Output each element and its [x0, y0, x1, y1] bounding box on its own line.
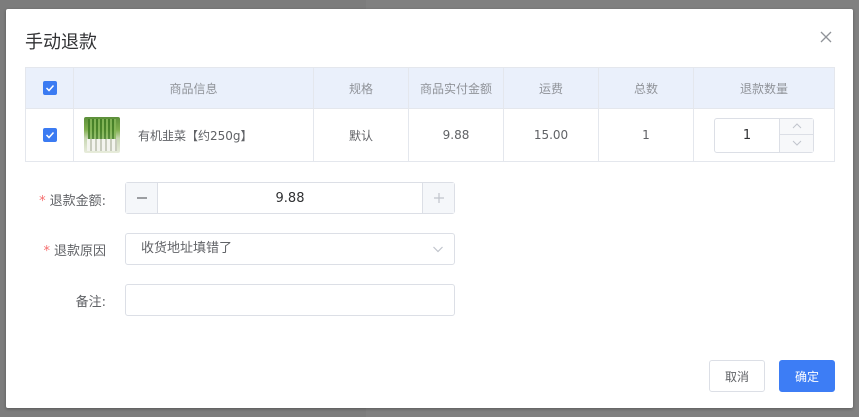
header-product-info: 商品信息 [74, 68, 314, 108]
refund-qty-value[interactable]: 1 [715, 119, 779, 152]
confirm-button[interactable]: 确定 [779, 360, 835, 392]
total-cell: 1 [599, 109, 694, 161]
refund-amount-label-text: 退款金额: [49, 194, 106, 209]
select-all-checkbox[interactable] [42, 81, 57, 95]
shipping-cell: 15.00 [504, 109, 599, 161]
refund-amount-label: * 退款金额: [6, 190, 106, 209]
refund-dialog: 手动退款 商品信息 规格 商品实付金额 运费 总数 退款数量 有机韭菜【约250… [6, 9, 853, 408]
refund-qty-cell: 1 [694, 109, 834, 161]
header-paid-amount: 商品实付金额 [409, 68, 504, 108]
check-icon [45, 84, 54, 92]
refund-reason-select[interactable]: 收货地址填错了 [125, 233, 455, 265]
plus-icon [433, 193, 444, 203]
header-select-cell [26, 68, 74, 108]
stepper-buttons [779, 118, 813, 152]
refund-amount-value[interactable]: 9.88 [158, 183, 422, 213]
increase-button[interactable] [780, 119, 813, 135]
minus-icon [136, 197, 147, 199]
check-icon [45, 131, 54, 139]
refund-qty-stepper[interactable]: 1 [714, 117, 814, 153]
row-checkbox[interactable] [42, 128, 57, 142]
chevron-down-icon [792, 140, 801, 146]
spec-cell: 默认 [314, 109, 409, 161]
header-total: 总数 [599, 68, 694, 108]
chevron-up-icon [792, 123, 801, 129]
refund-amount-stepper[interactable]: 9.88 [125, 182, 455, 214]
product-table: 商品信息 规格 商品实付金额 运费 总数 退款数量 有机韭菜【约250g】 默认… [25, 67, 835, 162]
table-row: 有机韭菜【约250g】 默认 9.88 15.00 1 1 [26, 109, 834, 161]
cancel-button[interactable]: 取消 [709, 360, 765, 392]
header-shipping: 运费 [504, 68, 599, 108]
amount-decrease-button[interactable] [126, 183, 158, 213]
header-spec: 规格 [314, 68, 409, 108]
note-label: 备注: [75, 295, 106, 310]
refund-reason-label: * 退款原因 [6, 240, 106, 259]
row-select-cell [26, 109, 74, 161]
product-thumbnail [84, 117, 120, 153]
close-icon[interactable] [818, 29, 834, 45]
refund-reason-label-text: 退款原因 [53, 244, 106, 259]
required-mark: * [43, 244, 50, 259]
required-mark: * [39, 194, 46, 209]
table-header: 商品信息 规格 商品实付金额 运费 总数 退款数量 [26, 68, 834, 109]
paid-amount-cell: 9.88 [409, 109, 504, 161]
note-input[interactable] [125, 284, 455, 316]
product-name: 有机韭菜【约250g】 [138, 128, 253, 143]
header-refund-qty: 退款数量 [739, 81, 788, 96]
product-info-cell: 有机韭菜【约250g】 [74, 109, 314, 161]
dialog-title: 手动退款 [25, 32, 97, 53]
decrease-button[interactable] [780, 135, 813, 151]
refund-reason-value: 收货地址填错了 [141, 241, 233, 256]
amount-increase-button[interactable] [422, 183, 454, 213]
chevron-down-icon [433, 246, 443, 253]
